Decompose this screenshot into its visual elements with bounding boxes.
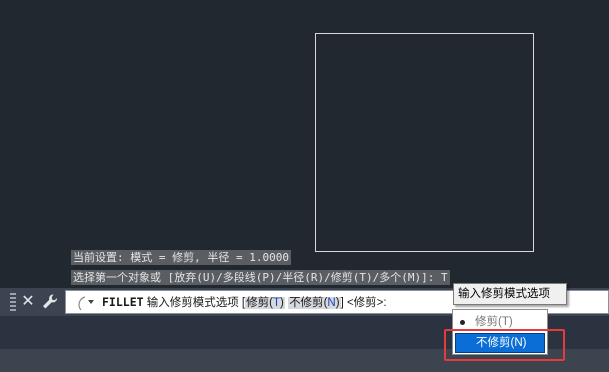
history-line-settings: 当前设置: 模式 = 修剪, 半径 = 1.0000	[71, 250, 291, 265]
selected-bullet-icon	[460, 320, 465, 325]
drawn-rectangle[interactable]	[315, 33, 534, 252]
option-tooltip: 输入修剪模式选项	[453, 283, 567, 305]
prompt-default: ] <修剪>:	[340, 297, 387, 309]
command-name: FILLET	[102, 295, 144, 309]
annotation-highlight-box	[444, 329, 565, 361]
close-icon[interactable]: ✕	[20, 292, 36, 312]
command-prompt: FILLET 输入修剪模式选项 [修剪(T) 不修剪(N)] <修剪>:	[102, 291, 387, 313]
recent-commands-dropdown[interactable]	[70, 294, 96, 312]
option-notrim-link[interactable]: 不修剪(N)	[288, 297, 341, 309]
option-trim-link[interactable]: 修剪(T)	[245, 297, 285, 309]
prompt-text: 输入修剪模式选项 [	[143, 297, 246, 309]
wrench-icon[interactable]	[40, 292, 60, 312]
history-line-select-prompt: 选择第一个对象或 [放弃(U)/多段线(P)/半径(R)/修剪(T)/多个(M)…	[71, 270, 450, 285]
drawing-canvas[interactable]	[0, 0, 609, 288]
drag-handle-icon[interactable]	[10, 293, 16, 311]
